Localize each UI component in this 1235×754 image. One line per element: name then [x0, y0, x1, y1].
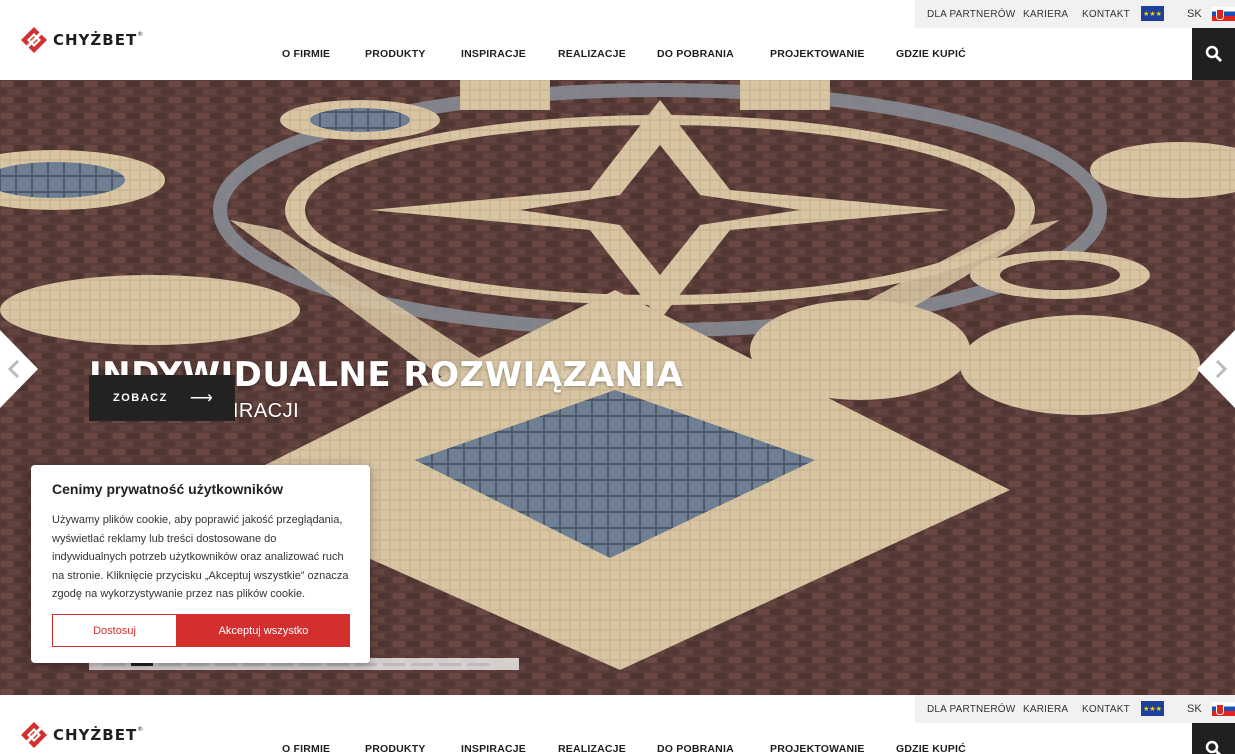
site-header: CHYŻBET® DLA PARTNERÓW KARIERA KONTAKT ★…: [0, 0, 1235, 80]
nav-item-do-pobrania[interactable]: DO POBRANIA: [657, 48, 734, 60]
sticky-header: CHYŻBET® DLA PARTNERÓW KARIERA KONTAKT ★…: [0, 695, 1235, 754]
next-slide-button[interactable]: [1197, 330, 1235, 408]
nav-item-o-firmie[interactable]: O FIRMIE: [282, 743, 330, 754]
brand-name: CHYŻBET®: [53, 31, 145, 49]
nav-item-produkty[interactable]: PRODUKTY: [365, 743, 426, 754]
cookie-consent-dialog: Cenimy prywatność użytkowników Używamy p…: [31, 465, 370, 663]
partners-link[interactable]: DLA PARTNERÓW: [927, 704, 1015, 715]
main-nav: O FIRMIE PRODUKTY INSPIRACJE REALIZACJE …: [0, 743, 1235, 754]
nav-item-gdzie-kupic[interactable]: GDZIE KUPIĆ: [896, 48, 966, 60]
language-selector[interactable]: SK: [1187, 703, 1202, 715]
nav-item-o-firmie[interactable]: O FIRMIE: [282, 48, 330, 60]
cookie-actions: Dostosuj Akceptuj wszystko: [52, 614, 350, 647]
cookie-text: Używamy plików cookie, aby poprawić jako…: [52, 514, 349, 600]
cookie-title: Cenimy prywatność użytkowników: [52, 481, 284, 497]
slovakia-flag-icon[interactable]: [1212, 7, 1235, 21]
nav-item-projektowanie[interactable]: PROJEKTOWANIE: [770, 48, 865, 60]
nav-item-gdzie-kupic[interactable]: GDZIE KUPIĆ: [896, 743, 966, 754]
eu-flag-icon[interactable]: ★★★: [1141, 6, 1164, 21]
partners-link[interactable]: DLA PARTNERÓW: [927, 9, 1015, 20]
nav-item-inspiracje[interactable]: INSPIRACJE: [461, 48, 526, 60]
contact-link[interactable]: KONTAKT: [1082, 9, 1130, 20]
nav-item-projektowanie[interactable]: PROJEKTOWANIE: [770, 743, 865, 754]
accept-all-button[interactable]: Akceptuj wszystko: [177, 614, 350, 647]
arrow-right-icon: ⟶: [189, 390, 215, 407]
slide-dot[interactable]: [411, 662, 433, 666]
see-more-button[interactable]: ZOBACZ ⟶: [89, 375, 235, 421]
main-nav: O FIRMIE PRODUKTY INSPIRACJE REALIZACJE …: [0, 48, 1235, 62]
slide-dot[interactable]: [467, 662, 489, 666]
language-selector[interactable]: SK: [1187, 8, 1202, 20]
career-link[interactable]: KARIERA: [1023, 9, 1068, 20]
prev-slide-button[interactable]: [0, 330, 38, 408]
nav-item-produkty[interactable]: PRODUKTY: [365, 48, 426, 60]
search-icon: [1205, 45, 1222, 63]
cta-label: ZOBACZ: [113, 392, 168, 404]
slide-dot[interactable]: [439, 662, 461, 666]
search-button[interactable]: [1192, 723, 1235, 754]
eu-flag-icon[interactable]: ★★★: [1141, 701, 1164, 716]
nav-item-do-pobrania[interactable]: DO POBRANIA: [657, 743, 734, 754]
watermark: www.chyzbet.pl: [545, 365, 656, 382]
search-button[interactable]: [1192, 28, 1235, 80]
search-icon: [1205, 740, 1221, 754]
slovakia-flag-icon[interactable]: [1212, 702, 1235, 716]
nav-item-inspiracje[interactable]: INSPIRACJE: [461, 743, 526, 754]
slide-dot[interactable]: [383, 662, 405, 666]
career-link[interactable]: KARIERA: [1023, 704, 1068, 715]
utility-bar: DLA PARTNERÓW KARIERA KONTAKT ★★★ SK: [915, 0, 1235, 28]
nav-item-realizacje[interactable]: REALIZACJE: [558, 743, 626, 754]
utility-bar: DLA PARTNERÓW KARIERA KONTAKT ★★★ SK: [915, 695, 1235, 723]
contact-link[interactable]: KONTAKT: [1082, 704, 1130, 715]
customize-button[interactable]: Dostosuj: [52, 614, 177, 647]
brand-name: CHYŻBET®: [53, 726, 145, 744]
nav-item-realizacje[interactable]: REALIZACJE: [558, 48, 626, 60]
